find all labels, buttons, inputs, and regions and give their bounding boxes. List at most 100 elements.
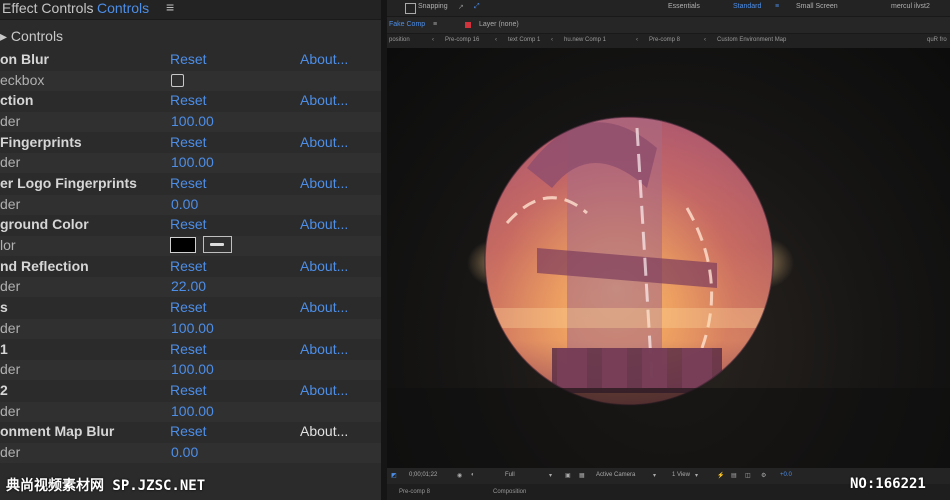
about-link[interactable]: About...	[300, 258, 348, 274]
reset-link[interactable]: Reset	[170, 423, 207, 439]
reset-link[interactable]: Reset	[170, 92, 207, 108]
region-icon[interactable]: ▣	[565, 472, 571, 479]
expand-triangle-icon[interactable]: ▸	[0, 28, 7, 44]
reset-link[interactable]: Reset	[170, 216, 207, 232]
snapshot-icon[interactable]: ◉	[457, 472, 462, 479]
camera-dropdown-icon[interactable]: ▾	[653, 472, 656, 479]
slider-value[interactable]: 100.00	[171, 113, 214, 129]
property-row[interactable]: nd Reflection Reset About...	[0, 257, 381, 277]
about-link[interactable]: About...	[300, 423, 348, 439]
reset-link[interactable]: Reset	[170, 134, 207, 150]
property-row[interactable]: der 100.00	[0, 153, 381, 173]
breadcrumb-separator-icon: ‹	[432, 37, 434, 43]
property-row[interactable]: 1 Reset About...	[0, 340, 381, 360]
property-row[interactable]: der 100.00	[0, 360, 381, 380]
snap-icon[interactable]: ↗	[458, 3, 464, 11]
breadcrumb-separator-icon: ‹	[636, 37, 638, 43]
property-row[interactable]: der 100.00	[0, 112, 381, 132]
property-name: der	[0, 113, 21, 129]
checkbox[interactable]	[171, 74, 184, 87]
breadcrumb-separator-icon: ‹	[551, 37, 553, 43]
breadcrumb-item[interactable]: Custom Environment Map	[717, 37, 786, 43]
about-link[interactable]: About...	[300, 92, 348, 108]
about-link[interactable]: About...	[300, 216, 348, 232]
property-row[interactable]: onment Map Blur Reset About...	[0, 422, 381, 442]
breadcrumb-item[interactable]: hu.new Comp 1	[564, 37, 606, 43]
reset-link[interactable]: Reset	[170, 258, 207, 274]
preview-icon[interactable]: ◩	[391, 472, 397, 479]
tab-effect-controls[interactable]: Effect Controls	[2, 0, 94, 16]
about-link[interactable]: About...	[300, 382, 348, 398]
transparency-icon[interactable]: ▦	[579, 472, 585, 479]
slider-value[interactable]: 100.00	[171, 154, 214, 170]
about-link[interactable]: About...	[300, 299, 348, 315]
timecode[interactable]: 0;00;01;22	[409, 472, 437, 478]
composition-flow-icon[interactable]: ⚙	[761, 472, 766, 479]
about-link[interactable]: About...	[300, 175, 348, 191]
property-row[interactable]: der 100.00	[0, 319, 381, 339]
slider-value[interactable]: 100.00	[171, 361, 214, 377]
breadcrumb-item[interactable]: position	[389, 37, 410, 43]
property-row[interactable]: ground Color Reset About...	[0, 215, 381, 235]
property-row[interactable]: der 0.00	[0, 443, 381, 463]
property-row[interactable]: s Reset About...	[0, 298, 381, 318]
reset-link[interactable]: Reset	[170, 299, 207, 315]
property-row[interactable]: der 0.00	[0, 195, 381, 215]
color-icon[interactable]: ◐	[471, 472, 475, 478]
panel-menu-icon[interactable]: ≡	[166, 0, 174, 15]
workspace-standard[interactable]: Standard	[733, 3, 761, 10]
workspace-essentials[interactable]: Essentials	[668, 3, 700, 10]
about-link[interactable]: About...	[300, 134, 348, 150]
bottom-tab[interactable]: Pre-comp 8	[399, 489, 430, 495]
reset-link[interactable]: Reset	[170, 382, 207, 398]
bottom-tab[interactable]: Composition	[493, 489, 526, 495]
slider-value[interactable]: 22.00	[171, 278, 206, 294]
grid-icon[interactable]: ▤	[731, 472, 737, 479]
reset-link[interactable]: Reset	[170, 175, 207, 191]
eyedropper-icon[interactable]	[203, 236, 232, 253]
controls-group-header[interactable]: ▸ Controls	[0, 28, 63, 45]
property-row[interactable]: on Blur Reset About...	[0, 50, 381, 70]
breadcrumb-separator-icon: ‹	[704, 37, 706, 43]
property-name: der	[0, 320, 21, 336]
breadcrumb-item[interactable]: text Comp 1	[508, 37, 540, 43]
about-link[interactable]: About...	[300, 51, 348, 67]
property-row[interactable]: der 100.00	[0, 402, 381, 422]
view-select[interactable]: 1 View	[672, 472, 690, 478]
property-row[interactable]: ction Reset About...	[0, 91, 381, 111]
property-row[interactable]: der 22.00	[0, 277, 381, 297]
slider-value[interactable]: 0.00	[171, 196, 198, 212]
slider-value[interactable]: 100.00	[171, 403, 214, 419]
color-swatch[interactable]	[170, 237, 196, 253]
about-link[interactable]: About...	[300, 341, 348, 357]
slider-value[interactable]: 0.00	[171, 444, 198, 460]
resolution-dropdown-icon[interactable]: ▾	[549, 472, 552, 479]
camera-select[interactable]: Active Camera	[596, 472, 635, 478]
snapping-checkbox[interactable]	[405, 3, 416, 14]
property-row[interactable]: Fingerprints Reset About...	[0, 133, 381, 153]
breadcrumb-item[interactable]: quR fro	[927, 37, 947, 43]
slider-value[interactable]: 100.00	[171, 320, 214, 336]
channel-icon[interactable]: ◫	[745, 472, 751, 479]
breadcrumb-item[interactable]: Pre-comp 16	[445, 37, 479, 43]
fast-preview-icon[interactable]: ⚡	[717, 472, 724, 479]
reset-link[interactable]: Reset	[170, 51, 207, 67]
property-row[interactable]: 2 Reset About...	[0, 381, 381, 401]
property-row[interactable]: lor	[0, 236, 381, 256]
property-row[interactable]: er Logo Fingerprints Reset About...	[0, 174, 381, 194]
workspace-small-screen[interactable]: Small Screen	[796, 3, 838, 10]
lock-icon[interactable]: ≡	[433, 21, 437, 28]
exposure-value[interactable]: +0.0	[780, 472, 792, 478]
workspace-menu-icon[interactable]: ≡	[775, 3, 779, 10]
view-dropdown-icon[interactable]: ▾	[695, 472, 698, 479]
reset-link[interactable]: Reset	[170, 341, 207, 357]
resolution-select[interactable]: Full	[505, 472, 515, 478]
property-row[interactable]: eckbox	[0, 71, 381, 91]
workspace-user[interactable]: mercul ilvst2	[891, 3, 930, 10]
layer-tab[interactable]: Layer (none)	[479, 21, 519, 28]
composition-viewer[interactable]	[387, 48, 950, 468]
breadcrumb-item[interactable]: Pre-comp 8	[649, 37, 680, 43]
expand-icon[interactable]: ⤢	[474, 3, 480, 11]
tab-composition[interactable]: Fake Comp	[389, 21, 425, 28]
tab-controls[interactable]: Controls	[97, 0, 149, 16]
